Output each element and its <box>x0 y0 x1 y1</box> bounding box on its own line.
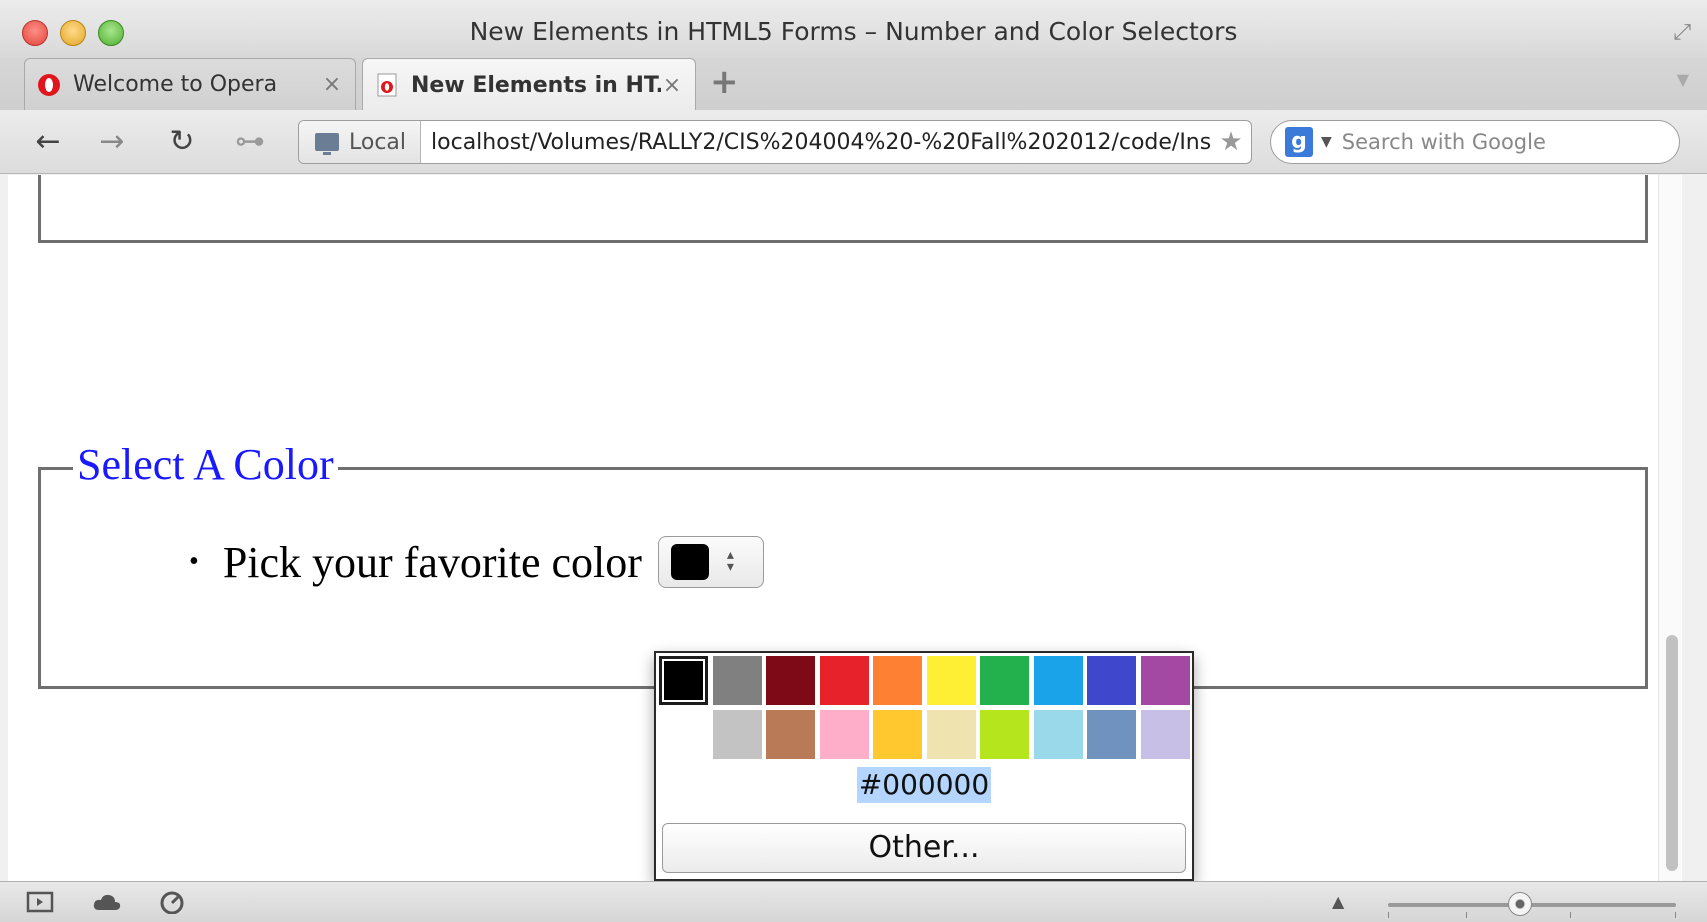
color-swatch[interactable] <box>926 709 976 759</box>
tab-menu-chevron-icon[interactable]: ▼ <box>1677 70 1689 89</box>
monitor-icon <box>315 133 339 155</box>
color-swatch[interactable] <box>980 656 1029 705</box>
search-field[interactable]: g ▼ <box>1270 120 1680 164</box>
tab-welcome-to-opera[interactable]: Welcome to Opera × <box>24 58 356 110</box>
url-text[interactable]: localhost/Volumes/RALLY2/CIS%204004%20-%… <box>421 130 1211 155</box>
zoom-slider-track[interactable] <box>1388 903 1676 907</box>
cloud-icon[interactable] <box>92 890 122 920</box>
color-swatch[interactable] <box>712 709 762 759</box>
close-tab-icon[interactable]: × <box>321 72 343 97</box>
color-swatch[interactable] <box>1087 656 1136 705</box>
zoom-slider-knob[interactable] <box>1508 892 1532 916</box>
reload-button[interactable]: ↻ <box>160 122 204 162</box>
hex-row: #000000 <box>656 767 1192 803</box>
navigation-toolbar: ← → ↻ ⊶ Local localhost/Volumes/RALLY2/C… <box>0 110 1707 174</box>
color-swatch[interactable] <box>873 709 922 759</box>
color-input[interactable]: ▴ ▾ <box>657 536 764 588</box>
stepper-arrows-icon: ▴ ▾ <box>726 548 734 575</box>
tab-label: New Elements in HT... <box>411 72 661 98</box>
window-title: New Elements in HTML5 Forms – Number and… <box>469 17 1238 46</box>
password-key-button[interactable]: ⊶ <box>228 122 272 162</box>
google-icon[interactable]: g <box>1285 127 1313 157</box>
color-swatch[interactable] <box>1140 709 1190 759</box>
scrollbar-thumb[interactable] <box>1666 635 1678 871</box>
fieldset-legend: Select A Color <box>73 436 338 494</box>
title-bar: New Elements in HTML5 Forms – Number and… <box>0 0 1707 58</box>
search-engine-dropdown-icon[interactable]: ▼ <box>1321 134 1332 150</box>
color-swatch[interactable] <box>1140 656 1190 705</box>
color-swatch[interactable] <box>1033 656 1083 705</box>
list-bullet: • <box>189 546 199 577</box>
zoom-tick <box>1388 912 1389 918</box>
close-tab-icon[interactable]: × <box>661 73 683 98</box>
zoom-tick <box>1570 912 1571 918</box>
zoom-tick <box>1675 912 1676 918</box>
color-swatch[interactable] <box>980 709 1029 759</box>
color-swatch[interactable] <box>873 656 922 705</box>
search-input[interactable] <box>1341 130 1642 154</box>
color-list-item: • Pick your favorite color ▴ ▾ <box>189 536 764 588</box>
site-info-badge[interactable]: Local <box>299 121 422 163</box>
color-swatch[interactable] <box>766 709 815 759</box>
site-info-label: Local <box>349 129 407 155</box>
current-color-swatch <box>670 544 709 580</box>
zoom-menu-caret-icon[interactable]: ▲ <box>1332 892 1344 911</box>
color-swatch[interactable] <box>766 656 815 705</box>
tab-label: Welcome to Opera <box>73 72 278 97</box>
color-label: Pick your favorite color <box>222 537 642 587</box>
new-tab-button[interactable]: + <box>710 62 739 102</box>
color-picker-popup: #000000 Other... <box>654 651 1194 881</box>
address-bar[interactable]: Local localhost/Volumes/RALLY2/CIS%20400… <box>298 120 1252 164</box>
zoom-tick <box>1466 912 1467 918</box>
bookmark-star-icon[interactable]: ★ <box>1211 127 1251 157</box>
opera-logo-icon <box>37 73 61 97</box>
tab-new-elements[interactable]: New Elements in HT... × <box>362 58 696 111</box>
status-bar: ▲ <box>0 881 1707 922</box>
previous-fieldset <box>38 175 1648 243</box>
forward-button[interactable]: → <box>90 122 134 162</box>
browser-window: New Elements in HTML5 Forms – Number and… <box>0 0 1707 922</box>
tab-strip: Welcome to Opera × New Elements in HT...… <box>0 58 1707 111</box>
other-color-button[interactable]: Other... <box>662 823 1186 873</box>
color-swatch[interactable] <box>1033 709 1083 759</box>
color-swatch[interactable] <box>819 709 869 759</box>
speedometer-icon[interactable] <box>158 890 186 920</box>
vertical-scrollbar[interactable] <box>1658 175 1682 881</box>
color-swatch[interactable] <box>819 656 869 705</box>
color-swatch[interactable] <box>659 656 708 705</box>
color-swatch[interactable] <box>1087 709 1136 759</box>
color-swatch[interactable] <box>712 656 762 705</box>
hex-value-field[interactable]: #000000 <box>856 767 992 803</box>
panel-toggle-icon[interactable] <box>26 890 54 920</box>
back-button[interactable]: ← <box>26 122 70 162</box>
color-swatch[interactable] <box>926 656 976 705</box>
page-favicon-icon <box>375 73 399 97</box>
fullscreen-icon[interactable]: ⤢ <box>1673 20 1691 45</box>
